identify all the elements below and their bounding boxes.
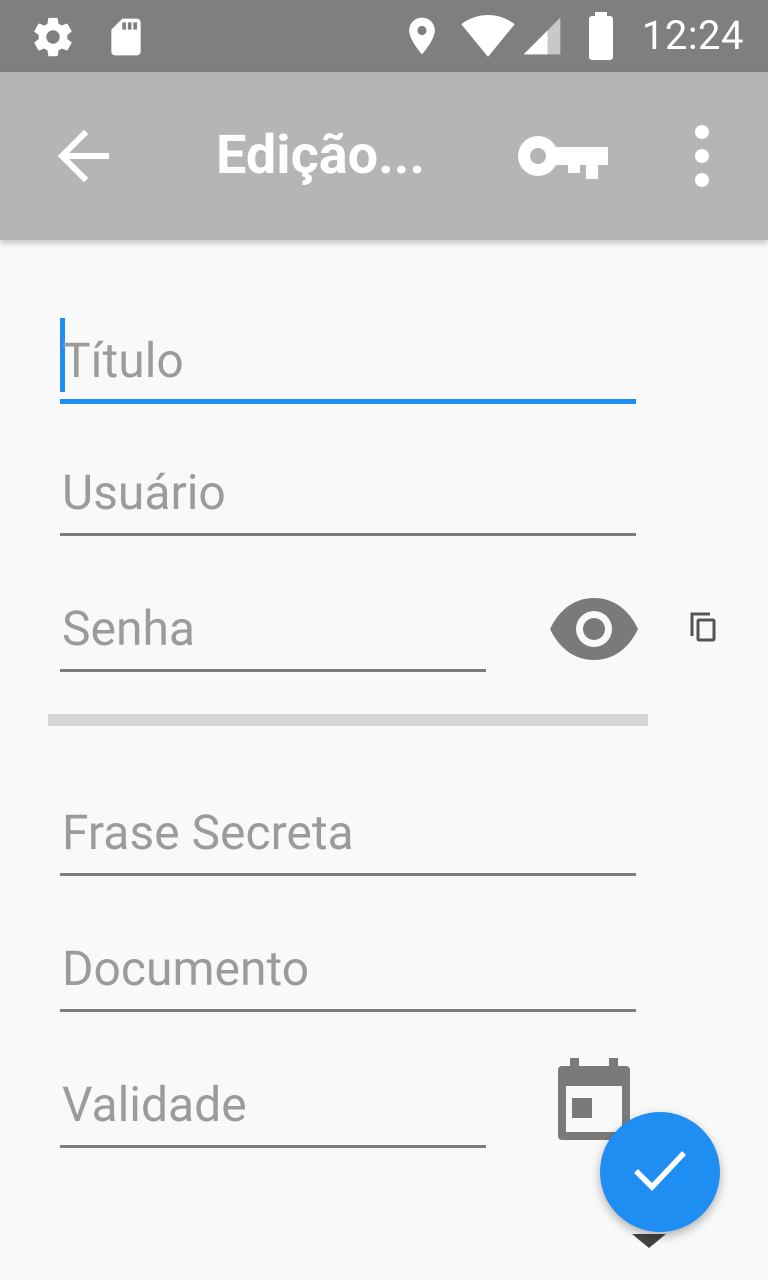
- scroll-down-indicator: [632, 1232, 666, 1250]
- overflow-menu-button[interactable]: [672, 116, 732, 196]
- save-fab-button[interactable]: [600, 1112, 720, 1232]
- documento-placeholder: Documento: [62, 940, 310, 997]
- usuario-field[interactable]: Usuário: [60, 456, 636, 536]
- toggle-password-visibility-button[interactable]: [548, 594, 640, 664]
- usuario-underline: [60, 533, 636, 536]
- senha-underline: [60, 669, 486, 672]
- back-button[interactable]: [40, 116, 128, 196]
- senha-field[interactable]: Senha: [60, 592, 486, 672]
- copy-password-button[interactable]: [688, 610, 724, 646]
- titulo-underline: [60, 399, 636, 404]
- frase-secreta-field[interactable]: Frase Secreta: [60, 796, 636, 876]
- validade-field[interactable]: Validade: [60, 1068, 486, 1148]
- frase-secreta-placeholder: Frase Secreta: [62, 804, 354, 861]
- sd-card-icon: [104, 14, 148, 64]
- documento-underline: [60, 1009, 636, 1012]
- titulo-placeholder: Título: [62, 332, 184, 389]
- settings-icon: [30, 14, 76, 64]
- frase-secreta-underline: [60, 873, 636, 876]
- app-toolbar: Edição...: [0, 72, 768, 240]
- arrow-back-icon: [40, 129, 128, 200]
- page-title: Edição...: [216, 124, 426, 187]
- key-icon: [510, 136, 618, 192]
- copy-icon: [688, 612, 724, 650]
- battery-icon: [586, 12, 616, 64]
- password-generator-button[interactable]: [510, 124, 618, 188]
- documento-field[interactable]: Documento: [60, 932, 636, 1012]
- usuario-placeholder: Usuário: [62, 464, 226, 521]
- titulo-field[interactable]: Título: [60, 318, 636, 404]
- senha-placeholder: Senha: [62, 600, 196, 657]
- more-vert-icon: [672, 125, 732, 200]
- cell-signal-icon: [520, 14, 564, 62]
- validade-underline: [60, 1145, 486, 1148]
- password-strength-bar: [48, 714, 648, 726]
- check-icon: [630, 1145, 690, 1199]
- status-time: 12:24: [641, 12, 744, 59]
- validade-placeholder: Validade: [62, 1076, 247, 1133]
- wifi-icon: [460, 12, 516, 62]
- status-bar: 12:24: [0, 0, 768, 72]
- eye-icon: [548, 598, 640, 668]
- location-icon: [400, 12, 444, 64]
